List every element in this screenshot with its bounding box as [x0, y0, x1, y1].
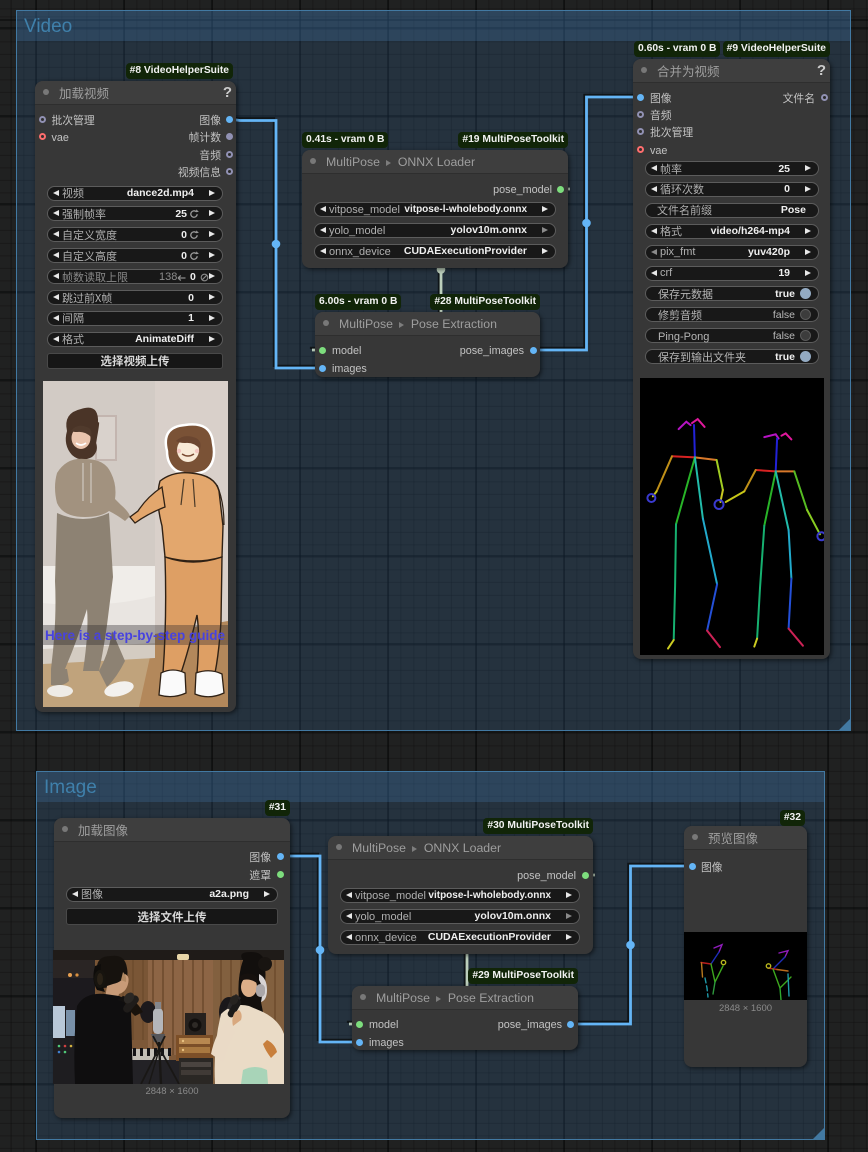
svg-text:Here is a step-by-step guide: Here is a step-by-step guide	[45, 628, 226, 643]
